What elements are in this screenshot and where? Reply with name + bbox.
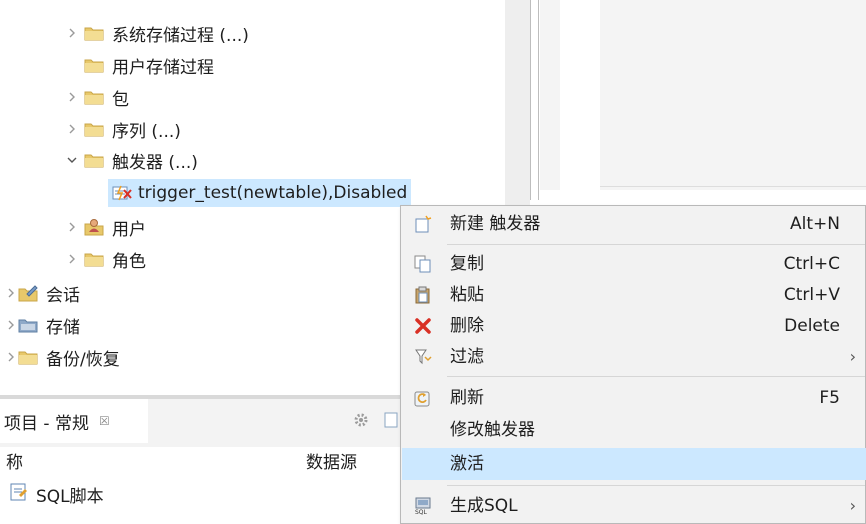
menu-item-label: 删除 [450, 316, 484, 336]
chevron-right-icon[interactable] [60, 27, 84, 39]
trigger-disabled-icon [112, 184, 132, 202]
chevron-right-icon[interactable] [60, 221, 84, 233]
menu-item-shortcut: Alt+N [790, 214, 840, 234]
table-row[interactable]: SQL脚本 [0, 477, 104, 511]
tab-project-general[interactable]: 项目 - 常规 ☒ [0, 399, 148, 443]
menu-item-label: 修改触发器 [450, 420, 535, 440]
menu-item-shortcut: Ctrl+V [783, 285, 840, 305]
tree-item-label: 会话 [46, 285, 80, 306]
folder-icon [18, 348, 38, 366]
context-menu: 新建 触发器 Alt+N 复制 Ctrl+C 粘贴 Ctrl+V 删除 Dele… [400, 205, 866, 524]
chevron-down-icon[interactable] [60, 155, 84, 165]
chevron-right-icon[interactable] [60, 253, 84, 265]
panel-divider [530, 0, 531, 200]
folder-icon [84, 120, 104, 138]
menu-item-new-trigger[interactable]: 新建 触发器 Alt+N [402, 208, 866, 240]
folder-icon [84, 24, 104, 42]
chevron-right-icon[interactable] [4, 319, 18, 331]
tree-item-sequences[interactable]: 序列 (...) [60, 114, 181, 144]
menu-separator [447, 376, 865, 377]
tree-item-users[interactable]: 用户 [60, 212, 146, 242]
menu-separator [447, 485, 865, 486]
new-icon [414, 215, 432, 233]
tree-item-system-procedures[interactable]: 系统存储过程 (...) [60, 18, 249, 48]
tree-item-trigger-test[interactable]: trigger_test(newtable),Disabled [108, 178, 412, 208]
menu-item-label: 粘贴 [450, 285, 484, 305]
user-folder-icon [84, 218, 104, 236]
menu-item-shortcut: F5 [819, 388, 840, 408]
tree-item-label: 包 [112, 89, 129, 110]
tree-item-label: 用户存储过程 [112, 57, 214, 78]
storage-folder-icon [18, 316, 38, 334]
menu-item-shortcut: Ctrl+C [783, 254, 840, 274]
submenu-arrow-icon: › [849, 496, 856, 515]
row-name: SQL脚本 [36, 486, 104, 507]
menu-item-label: 刷新 [450, 388, 484, 408]
tree-item-label: 存储 [46, 317, 80, 338]
editor-divider [600, 186, 866, 187]
chevron-right-icon[interactable] [60, 91, 84, 103]
chevron-right-icon[interactable] [60, 123, 84, 135]
menu-item-copy[interactable]: 复制 Ctrl+C [402, 248, 866, 280]
filter-icon [414, 348, 432, 366]
delete-icon [414, 317, 432, 335]
tree-item-label: 触发器 (...) [112, 152, 198, 173]
chevron-right-icon[interactable] [4, 351, 18, 363]
menu-item-generate-sql[interactable]: SQL 生成SQL › [402, 490, 866, 522]
chevron-right-icon[interactable] [4, 287, 18, 299]
tree-item-label: 用户 [112, 219, 146, 240]
column-header-datasource[interactable]: 数据源 [306, 448, 357, 473]
gear-icon[interactable] [352, 411, 370, 434]
menu-item-label: 新建 触发器 [450, 214, 541, 234]
folder-icon [84, 151, 104, 169]
sql-script-icon [10, 483, 28, 506]
folder-icon [84, 56, 104, 74]
editor-area [540, 0, 866, 190]
tree-item-sessions[interactable]: 会话 [4, 278, 80, 308]
project-view-tabbar: 项目 - 常规 ☒ [0, 395, 400, 447]
paste-icon [414, 286, 432, 304]
menu-item-label: 生成SQL [450, 496, 518, 516]
menu-item-activate[interactable]: 激活 [402, 448, 866, 480]
menu-item-delete[interactable]: 删除 Delete [402, 310, 866, 342]
tree-item-user-procedures[interactable]: 用户存储过程 [84, 50, 214, 80]
menu-item-paste[interactable]: 粘贴 Ctrl+V [402, 279, 866, 311]
copy-icon [414, 255, 432, 273]
sql-icon: SQL [414, 497, 432, 516]
view-menu-icon[interactable] [384, 412, 398, 433]
menu-item-modify-trigger[interactable]: 修改触发器 [402, 414, 866, 446]
menu-item-label: 激活 [450, 454, 484, 474]
session-folder-icon [18, 284, 38, 302]
tree-item-packages[interactable]: 包 [60, 82, 129, 112]
folder-icon [84, 88, 104, 106]
folder-icon [84, 250, 104, 268]
tree-item-label: 序列 (...) [112, 121, 181, 142]
tree-item-backup-restore[interactable]: 备份/恢复 [4, 342, 120, 372]
close-icon[interactable]: ☒ [99, 414, 110, 428]
menu-item-filter[interactable]: 过滤 › [402, 341, 866, 373]
menu-item-refresh[interactable]: 刷新 F5 [402, 382, 866, 414]
tree-item-label: 系统存储过程 (...) [112, 25, 249, 46]
tab-label: 项目 - 常规 [4, 413, 89, 434]
tree-item-triggers[interactable]: 触发器 (...) [60, 145, 198, 175]
panel-divider [538, 0, 539, 200]
project-table-header: 称 数据源 [0, 443, 400, 477]
tree-item-label: trigger_test(newtable),Disabled [138, 183, 408, 203]
menu-item-shortcut: Delete [784, 316, 840, 336]
svg-text:SQL: SQL [415, 509, 428, 515]
menu-separator [447, 244, 865, 245]
column-header-name[interactable]: 称 [6, 448, 23, 473]
editor-margin [560, 0, 600, 190]
menu-item-label: 过滤 [450, 347, 484, 367]
tree-item-label: 角色 [112, 251, 146, 272]
refresh-icon [414, 389, 432, 407]
tree-item-roles[interactable]: 角色 [60, 244, 146, 274]
submenu-arrow-icon: › [849, 347, 856, 366]
selection-highlight: trigger_test(newtable),Disabled [108, 179, 412, 207]
tree-item-label: 备份/恢复 [46, 349, 120, 370]
menu-item-label: 复制 [450, 254, 484, 274]
tree-item-storage[interactable]: 存储 [4, 310, 80, 340]
